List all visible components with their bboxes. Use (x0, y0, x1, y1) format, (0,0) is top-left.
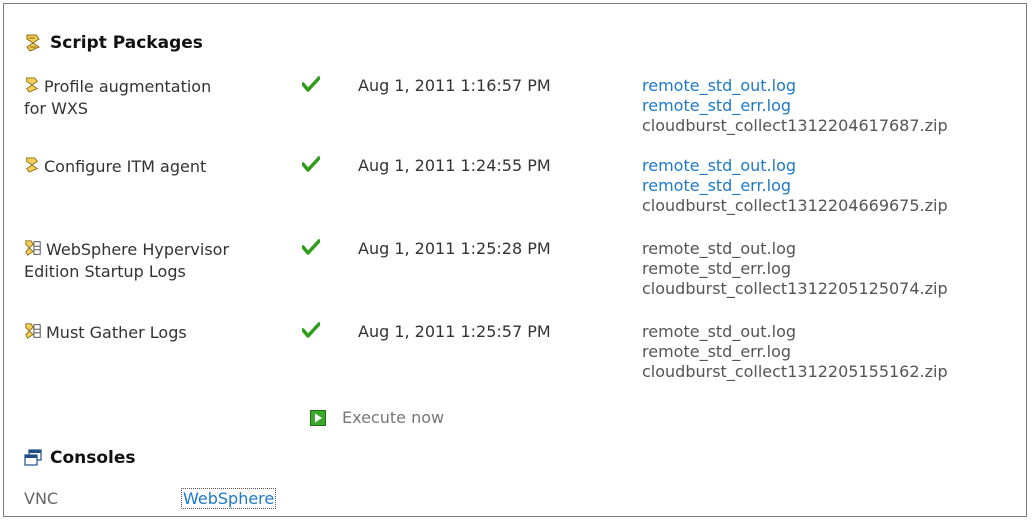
checkmark-icon (301, 156, 321, 176)
timestamp: Aug 1, 2011 1:25:57 PM (358, 322, 551, 341)
script-packages-panel: Script Packages Profile augmentation for… (3, 3, 1027, 517)
consoles-title: Consoles (50, 448, 136, 468)
remote-std-err-file: remote_std_err.log (642, 259, 792, 278)
file-list: remote_std_out.log remote_std_err.log cl… (642, 322, 948, 382)
remote-std-out-file: remote_std_out.log (642, 322, 797, 341)
package-row: WebSphere Hypervisor Edition Startup Log… (4, 239, 1024, 319)
package-row: Configure ITM agent Aug 1, 2011 1:24:55 … (4, 156, 1024, 236)
script-packages-title: Script Packages (50, 33, 203, 53)
script-package-icon (24, 76, 40, 99)
collect-zip-file: cloudburst_collect1312205155162.zip (642, 362, 948, 381)
collect-zip-file: cloudburst_collect1312205125074.zip (642, 279, 948, 298)
console-windows-icon (24, 449, 42, 467)
checkmark-icon (301, 76, 321, 96)
log-package-icon (24, 322, 42, 345)
timestamp: Aug 1, 2011 1:16:57 PM (358, 76, 551, 95)
file-list: remote_std_out.log remote_std_err.log cl… (642, 239, 948, 299)
package-row: Profile augmentation for WXS Aug 1, 2011… (4, 76, 1024, 156)
remote-std-err-file: remote_std_err.log (642, 342, 792, 361)
package-name: Profile augmentation for WXS (24, 76, 212, 118)
execute-now-label: Execute now (342, 408, 445, 427)
timestamp: Aug 1, 2011 1:25:28 PM (358, 239, 551, 258)
package-name: Must Gather Logs (24, 322, 284, 345)
log-package-icon (24, 239, 42, 262)
package-name: Configure ITM agent (24, 156, 284, 179)
timestamp: Aug 1, 2011 1:24:55 PM (358, 156, 551, 175)
script-packages-header: Script Packages (24, 33, 203, 53)
remote-std-out-link[interactable]: remote_std_out.log (642, 76, 948, 96)
file-list: remote_std_out.log remote_std_err.log cl… (642, 156, 948, 216)
package-name: WebSphere Hypervisor Edition Startup Log… (24, 239, 230, 281)
script-package-icon (24, 156, 40, 179)
collect-zip-file: cloudburst_collect1312204669675.zip (642, 196, 948, 215)
vnc-console-label: VNC (24, 489, 59, 508)
remote-std-err-link[interactable]: remote_std_err.log (642, 96, 948, 116)
remote-std-out-file: remote_std_out.log (642, 239, 797, 258)
remote-std-out-link[interactable]: remote_std_out.log (642, 156, 948, 176)
consoles-header: Consoles (24, 448, 136, 468)
websphere-console-link[interactable]: WebSphere (181, 488, 277, 509)
package-row: Must Gather Logs Aug 1, 2011 1:25:57 PM … (4, 322, 1024, 402)
collect-zip-file: cloudburst_collect1312204617687.zip (642, 116, 948, 135)
checkmark-icon (301, 322, 321, 342)
execute-now-button[interactable]: Execute now (310, 408, 444, 427)
checkmark-icon (301, 239, 321, 259)
play-icon (310, 409, 326, 426)
remote-std-err-link[interactable]: remote_std_err.log (642, 176, 948, 196)
script-package-icon (24, 33, 42, 53)
file-list: remote_std_out.log remote_std_err.log cl… (642, 76, 948, 136)
